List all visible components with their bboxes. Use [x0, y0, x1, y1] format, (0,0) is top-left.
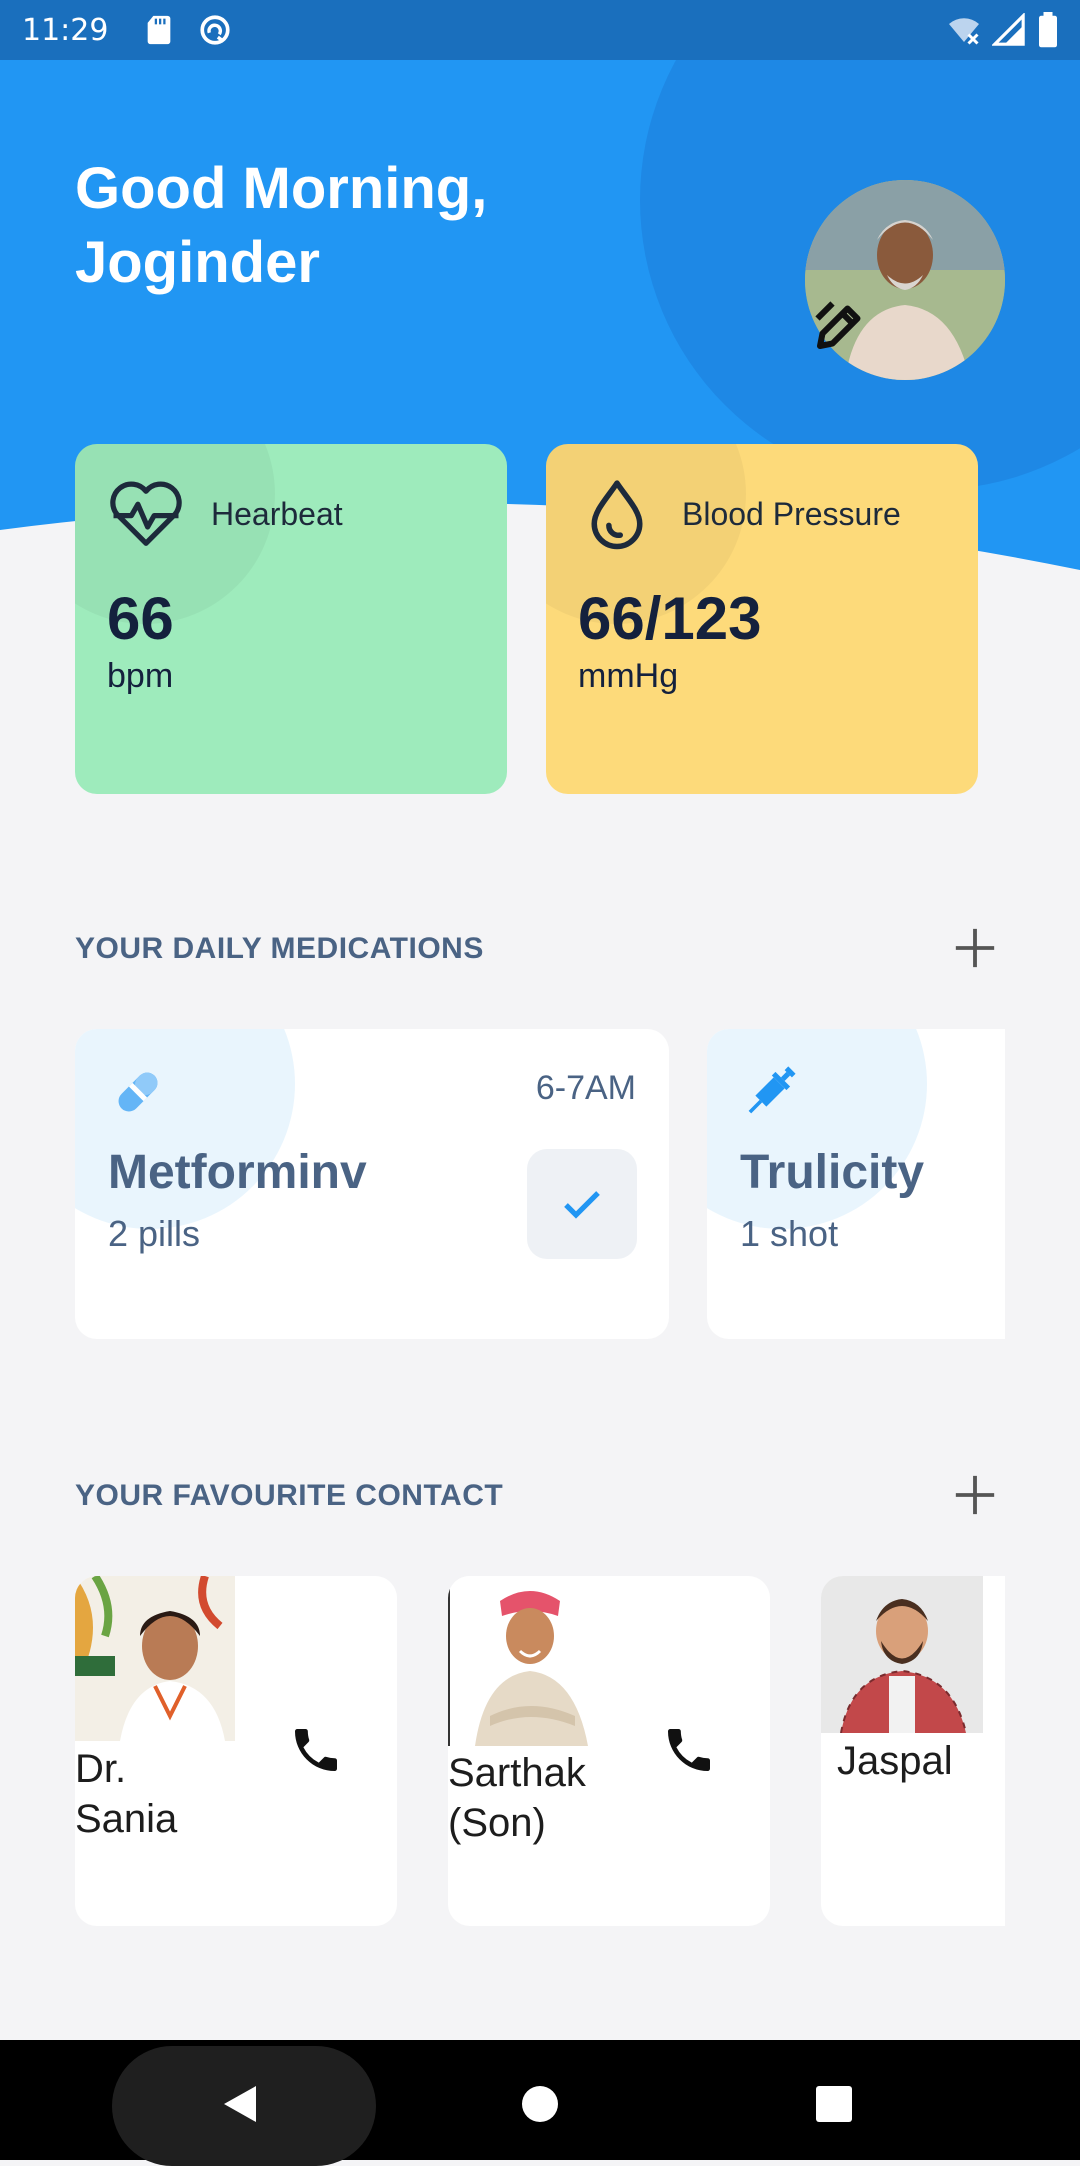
- phone-icon[interactable]: [288, 1722, 344, 1778]
- phone-icon[interactable]: [661, 1722, 717, 1778]
- medication-card[interactable]: 6-7AM Metforminv 2 pills: [75, 1029, 669, 1339]
- checkmark-icon: [564, 1191, 600, 1219]
- medications-section-title: YOUR DAILY MEDICATIONS: [75, 932, 484, 965]
- battery-icon: [1039, 12, 1057, 48]
- contacts-section-title: YOUR FAVOURITE CONTACT: [75, 1479, 504, 1512]
- contact-name-line-1: Jaspal: [837, 1739, 953, 1783]
- greeting-user-name: Joginder: [75, 230, 320, 295]
- heartbeat-icon: [110, 481, 182, 546]
- add-medication-button[interactable]: [952, 925, 998, 971]
- contact-photo: [448, 1576, 608, 1746]
- contact-name: Dr. Sania: [75, 1744, 177, 1844]
- contact-card[interactable]: Sarthak (Son): [448, 1576, 770, 1926]
- heartbeat-card[interactable]: Hearbeat 66 bpm: [75, 444, 507, 794]
- contact-name: Jaspal: [837, 1736, 953, 1786]
- contact-name-line-2: Sania: [75, 1797, 178, 1841]
- blood-pressure-label: Blood Pressure: [682, 495, 901, 532]
- blood-pressure-card[interactable]: Blood Pressure 66/123 mmHg: [546, 444, 978, 794]
- wifi-off-icon: [949, 18, 979, 45]
- sync-icon: [200, 15, 231, 45]
- contact-name-line-1: Dr.: [75, 1747, 127, 1791]
- back-icon[interactable]: [220, 2082, 260, 2126]
- contact-name: Sarthak (Son): [448, 1748, 586, 1848]
- contact-photo: [75, 1576, 235, 1741]
- heartbeat-label: Hearbeat: [211, 495, 343, 532]
- medication-name: Trulicity: [740, 1146, 925, 1199]
- greeting-line-1: Good Morning,: [75, 156, 488, 221]
- status-bar: 11:29: [0, 0, 1080, 60]
- status-time: 11:29: [22, 12, 109, 48]
- contact-card[interactable]: Jaspal: [821, 1576, 1005, 1926]
- contact-name-line-1: Sarthak: [448, 1751, 586, 1795]
- edit-pencil-icon[interactable]: [810, 296, 870, 356]
- contact-card[interactable]: Dr. Sania: [75, 1576, 397, 1926]
- blood-drop-icon: [591, 480, 643, 550]
- add-contact-button[interactable]: [952, 1472, 998, 1518]
- medication-dose: 1 shot: [740, 1213, 839, 1254]
- home-icon[interactable]: [520, 2084, 560, 2124]
- heartbeat-value: 66: [107, 585, 174, 652]
- contact-name-line-2: (Son): [448, 1801, 546, 1845]
- pill-icon: [118, 1072, 158, 1112]
- mark-taken-button[interactable]: [527, 1149, 637, 1259]
- medication-card[interactable]: Trulicity 1 shot: [707, 1029, 1005, 1339]
- signal-icon: [992, 13, 1025, 46]
- sd-card-icon: [148, 15, 171, 45]
- blood-pressure-value: 66/123: [578, 585, 762, 652]
- greeting: Good Morning, Joginder: [75, 152, 487, 300]
- navigation-bar: [0, 2040, 1080, 2166]
- blood-pressure-unit: mmHg: [578, 657, 679, 695]
- contact-photo: [821, 1576, 983, 1733]
- medication-dose: 2 pills: [108, 1213, 201, 1254]
- syringe-icon: [748, 1066, 796, 1114]
- recents-icon[interactable]: [814, 2084, 854, 2124]
- medication-name: Metforminv: [108, 1146, 367, 1199]
- heartbeat-unit: bpm: [107, 657, 174, 695]
- medication-time: 6-7AM: [535, 1069, 636, 1107]
